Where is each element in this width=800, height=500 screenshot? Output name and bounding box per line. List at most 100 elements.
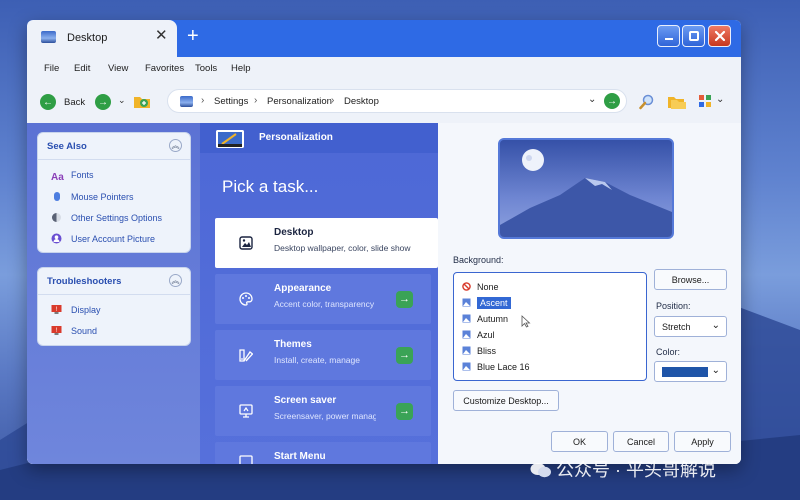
task-subtitle: Install, create, manage	[274, 355, 360, 365]
background-option-label: Bliss	[477, 346, 497, 356]
maximize-icon	[688, 31, 699, 41]
tab-desktop[interactable]: Desktop ✕	[27, 20, 177, 57]
close-icon	[714, 30, 725, 42]
menu-favorites[interactable]: Favorites	[145, 63, 184, 74]
menu-view[interactable]: View	[108, 63, 128, 74]
menu-file[interactable]: File	[44, 63, 59, 74]
task-title: Screen saver	[274, 395, 337, 406]
troubleshooter-sound[interactable]: ! Sound	[51, 325, 97, 336]
minimize-icon	[664, 38, 673, 40]
task-title: Themes	[274, 339, 312, 350]
image-file-icon	[462, 330, 471, 339]
task-appearance[interactable]: Appearance Accent color, transparency →	[215, 274, 431, 324]
arrow-right-icon[interactable]: →	[396, 347, 413, 364]
none-icon	[462, 282, 471, 291]
ok-button[interactable]: OK	[551, 431, 608, 452]
see-also-fonts[interactable]: Aa Fonts	[51, 170, 94, 183]
see-also-user-account-picture[interactable]: User Account Picture	[51, 233, 155, 244]
desktop-settings-window: Desktop ✕ + File Edit View Favorites Too…	[27, 20, 741, 464]
menu-tools[interactable]: Tools	[195, 63, 217, 74]
breadcrumb-settings[interactable]: Settings	[214, 96, 248, 107]
menu-bar: File Edit View Favorites Tools Help	[27, 57, 741, 81]
mouse-cursor-icon	[521, 315, 531, 328]
watermark: 公众号 · 平头哥解说	[530, 456, 716, 482]
image-file-icon	[462, 362, 471, 371]
folder-shortcut-icon[interactable]	[133, 93, 151, 109]
background-option-label: Azul	[477, 330, 495, 340]
background-option-ascent[interactable]: Ascent	[462, 297, 511, 310]
arrow-right-icon[interactable]: →	[396, 403, 413, 420]
forward-button[interactable]: →	[95, 94, 111, 110]
task-title: Desktop	[274, 227, 314, 238]
back-arrow-icon[interactable]: ←	[40, 94, 56, 110]
see-also-mouse-pointers[interactable]: Mouse Pointers	[51, 191, 134, 202]
breadcrumb-personalization[interactable]: Personalization	[267, 96, 332, 107]
sound-warning-icon: !	[51, 326, 62, 335]
folders-icon[interactable]	[667, 94, 687, 110]
arrow-right-icon[interactable]: →	[396, 291, 413, 308]
personalization-title: Personalization	[259, 132, 333, 143]
collapse-icon[interactable]: ︽	[169, 139, 182, 152]
watermark-text: 公众号 · 平头哥解说	[556, 460, 716, 480]
task-themes[interactable]: Themes Install, create, manage →	[215, 330, 431, 380]
troubleshooters-panel: Troubleshooters ︽ ! Display ! Sound	[37, 267, 191, 346]
tab-close-button[interactable]: ✕	[155, 28, 168, 43]
troubleshooters-title: Troubleshooters	[47, 276, 122, 287]
task-screen-saver[interactable]: Screen saver Screensaver, power manageme…	[215, 386, 431, 436]
background-option-label: Ascent	[477, 297, 511, 309]
position-label: Position:	[656, 301, 691, 311]
color-swatch	[662, 367, 708, 377]
troubleshooter-display[interactable]: ! Display	[51, 304, 101, 315]
user-account-icon	[51, 233, 62, 244]
search-icon[interactable]	[639, 94, 655, 110]
color-dropdown[interactable]: ⌄	[654, 361, 727, 382]
background-option-autumn[interactable]: Autumn	[462, 314, 508, 326]
go-button[interactable]: →	[604, 93, 620, 109]
task-title: Start Menu	[274, 451, 326, 462]
navigation-bar: ← Back → ⌄ › Settings › Personalization …	[27, 81, 741, 123]
back-button[interactable]: Back	[64, 97, 85, 108]
menu-edit[interactable]: Edit	[74, 63, 90, 74]
personalization-pane: Personalization Pick a task... Desktop D…	[200, 123, 438, 464]
minimize-button[interactable]	[657, 25, 680, 47]
task-desktop[interactable]: Desktop Desktop wallpaper, color, slide …	[215, 218, 438, 268]
see-also-title: See Also	[47, 141, 87, 152]
history-dropdown-icon[interactable]: ⌄	[118, 95, 126, 106]
position-dropdown[interactable]: Stretch ⌄	[654, 316, 727, 337]
breadcrumb-separator-icon: ›	[331, 95, 335, 106]
address-dropdown-icon[interactable]: ⌄	[588, 94, 596, 105]
background-option-label: Blue Lace 16	[477, 362, 530, 372]
palette-icon	[239, 292, 253, 306]
background-option-blue-lace-16[interactable]: Blue Lace 16	[462, 362, 530, 374]
new-tab-button[interactable]: +	[187, 26, 199, 46]
background-option-bliss[interactable]: Bliss	[462, 346, 496, 358]
background-option-none[interactable]: None	[462, 282, 499, 294]
task-start-menu[interactable]: Start Menu	[215, 442, 431, 464]
apply-button[interactable]: Apply	[674, 431, 731, 452]
see-also-item-label: Other Settings Options	[71, 213, 163, 223]
maximize-button[interactable]	[682, 25, 705, 47]
see-also-other-settings[interactable]: Other Settings Options	[51, 212, 162, 223]
ascent-wallpaper-image	[500, 140, 672, 237]
view-options-icon[interactable]	[698, 94, 712, 108]
customize-desktop-button[interactable]: Customize Desktop...	[453, 390, 559, 411]
close-window-button[interactable]	[708, 25, 731, 47]
background-option-azul[interactable]: Azul	[462, 330, 495, 342]
personalization-icon	[216, 130, 244, 148]
image-file-icon	[462, 346, 471, 355]
personalization-header: Personalization	[200, 123, 438, 153]
collapse-icon[interactable]: ︽	[169, 274, 182, 287]
menu-help[interactable]: Help	[231, 63, 251, 74]
browse-button[interactable]: Browse...	[654, 269, 727, 290]
task-subtitle: Screensaver, power management	[274, 411, 376, 421]
view-dropdown-icon[interactable]: ⌄	[716, 94, 724, 105]
address-bar[interactable]: › Settings › Personalization › Desktop ⌄…	[167, 89, 627, 113]
breadcrumb-desktop[interactable]: Desktop	[344, 96, 379, 107]
background-option-label: Autumn	[477, 314, 509, 324]
cancel-button[interactable]: Cancel	[613, 431, 669, 452]
background-listbox[interactable]: None Ascent Autumn Azul Bliss Blue Lace …	[453, 272, 647, 381]
pick-a-task-heading: Pick a task...	[222, 177, 319, 196]
chevron-down-icon: ⌄	[711, 365, 720, 376]
see-also-item-label: Fonts	[71, 170, 94, 180]
see-also-panel: See Also ︽ Aa Fonts Mouse Pointers Other …	[37, 132, 191, 253]
